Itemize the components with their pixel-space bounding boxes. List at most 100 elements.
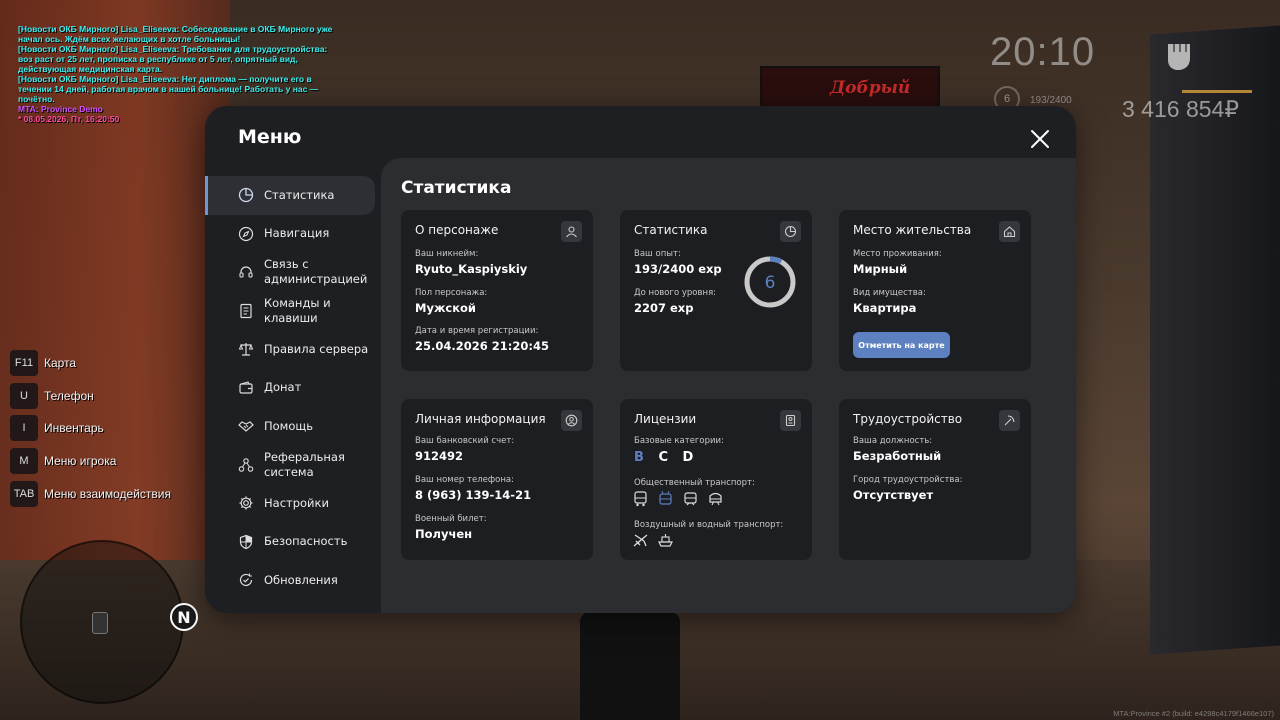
keybind-label: Меню игрока: [44, 454, 117, 469]
fist-icon: [1168, 44, 1190, 70]
sidebar-item-label: Настройки: [264, 495, 329, 510]
build-info: MTA:Province #2 (build: e4298c4179f1466e…: [1113, 709, 1274, 718]
card-employment: Трудоустройство Ваша должность: Безработ…: [839, 399, 1031, 560]
sidebar-item-label: Обновления: [264, 572, 338, 587]
sidebar-item-statistics[interactable]: Статистика: [205, 176, 375, 215]
license-categories: B C D: [634, 450, 701, 465]
property-type-label: Вид имущества:: [853, 288, 926, 298]
menu-title: Меню: [238, 126, 302, 148]
keybind-label: Меню взаимодействия: [44, 486, 171, 501]
pie-chart-icon: [780, 221, 801, 242]
bus-icon: [634, 491, 647, 507]
registration-label: Дата и время регистрации:: [415, 326, 539, 336]
sidebar-item-admin-contact[interactable]: Связь с администрацией: [205, 253, 381, 292]
card-personal-info: Личная информация Ваш банковский счет: 9…: [401, 399, 593, 560]
content-title: Статистика: [401, 178, 512, 198]
keybind-label: Инвентарь: [44, 421, 104, 436]
card-stats: Статистика Ваш опыт: 193/2400 exp До нов…: [620, 210, 812, 371]
sidebar-item-label: Донат: [264, 380, 302, 395]
level-progress-ring: 6: [744, 256, 796, 308]
ship-icon: [658, 534, 673, 547]
card-licenses: Лицензии Базовые категории: B C D Общест…: [620, 399, 812, 560]
sidebar-item-security[interactable]: Безопасность: [205, 523, 381, 562]
job-city-label: Город трудоустройства:: [853, 475, 963, 485]
refresh-check-icon: [239, 573, 253, 587]
position-value: Безработный: [853, 449, 942, 463]
license-category-b: B: [634, 450, 646, 465]
keybind-label: Телефон: [44, 388, 94, 403]
sidebar-item-label: Связь с администрацией: [264, 257, 368, 287]
card-title: Лицензии: [634, 412, 697, 426]
sidebar-item-donate[interactable]: Донат: [205, 369, 381, 408]
close-icon[interactable]: [1028, 127, 1052, 151]
chat-line: [Новости ОКБ Мирного] Lisa_Eliseeva: Нет…: [18, 74, 319, 104]
mark-on-map-button[interactable]: Отметить на карте: [853, 332, 950, 358]
sidebar-item-commands[interactable]: Команды и клавиши: [205, 292, 381, 331]
pickaxe-icon: [999, 410, 1020, 431]
main-menu-window: Меню Статистика Навигация Связь с админи…: [205, 106, 1076, 613]
keybind-phone: U Телефон: [10, 380, 171, 413]
menu-content: Статистика О персонаже Ваш никнейм: Ryut…: [381, 158, 1076, 613]
card-character: О персонаже Ваш никнейм: Ryuto_Kaspiyski…: [401, 210, 593, 371]
property-type-value: Квартира: [853, 301, 917, 315]
air-water-transport-icons: [632, 532, 674, 549]
card-title: Личная информация: [415, 412, 546, 426]
chat-line: [Новости ОКБ Мирного] Lisa_Eliseeva: Тре…: [18, 44, 328, 74]
hud-health-bar: [1182, 90, 1252, 93]
card-title: О персонаже: [415, 223, 499, 237]
handshake-icon: [238, 421, 254, 433]
bank-account-value: 912492: [415, 449, 464, 463]
keybind-list: F11 Карта U Телефон I Инвентарь M Меню игрок…: [10, 347, 171, 510]
player-character: [580, 612, 680, 720]
trolleybus-icon: [659, 490, 672, 505]
sidebar-item-referral[interactable]: Реферальная система: [205, 446, 381, 485]
compass-icon: [238, 226, 254, 241]
next-level-label: До нового уровня:: [634, 288, 717, 298]
position-label: Ваша должность:: [853, 436, 933, 446]
sidebar-item-rules[interactable]: Правила сервера: [205, 330, 381, 369]
sidebar-item-updates[interactable]: Обновления: [205, 561, 381, 600]
sidebar-item-label: Реферальная система: [264, 449, 345, 479]
residence-place-label: Место проживания:: [853, 249, 942, 259]
exp-value: 193/2400 exp: [634, 262, 722, 276]
key-label: TAB: [10, 480, 38, 507]
hud-clock: 20:10: [990, 30, 1096, 74]
document-icon: [240, 303, 252, 318]
home-icon: [999, 221, 1020, 242]
airplane-icon: [633, 534, 648, 547]
headset-icon: [239, 266, 253, 278]
vending-logo: Добрый: [830, 78, 911, 98]
license-category-d: D: [682, 450, 696, 465]
shield-icon: [239, 534, 253, 549]
nickname-label: Ваш никнейм:: [415, 249, 479, 259]
sidebar-item-help[interactable]: Помощь: [205, 407, 381, 446]
bank-account-label: Ваш банковский счет:: [415, 436, 515, 446]
sidebar-item-settings[interactable]: Настройки: [205, 484, 381, 523]
gear-icon: [239, 496, 253, 510]
nickname-value: Ryuto_Kaspiyskiy: [415, 262, 528, 276]
hud-exp: 193/2400: [1030, 95, 1072, 106]
sidebar-item-label: Навигация: [264, 226, 330, 241]
military-id-label: Военный билет:: [415, 514, 487, 524]
registration-value: 25.04.2026 21:20:45: [415, 339, 549, 353]
id-badge-icon: [561, 410, 582, 431]
menu-sidebar: Статистика Навигация Связь с администрац…: [205, 176, 381, 600]
job-city-value: Отсутствует: [853, 488, 934, 502]
user-icon: [561, 221, 582, 242]
sex-label: Пол персонажа:: [415, 288, 488, 298]
phone-label: Ваш номер телефона:: [415, 475, 514, 485]
sidebar-item-navigation[interactable]: Навигация: [205, 215, 381, 254]
key-label: M: [10, 448, 38, 475]
residence-place-value: Мирный: [853, 262, 908, 276]
public-transport-label: Общественный транспорт:: [634, 478, 755, 488]
scales-icon: [238, 343, 254, 356]
card-title: Трудоустройство: [853, 412, 963, 426]
phone-value: 8 (963) 139-14-21: [415, 488, 532, 502]
card-title: Статистика: [634, 223, 708, 237]
sidebar-item-label: Правила сервера: [264, 341, 369, 356]
public-transport-icons: [632, 490, 724, 507]
sidebar-item-label: Помощь: [264, 418, 314, 433]
key-label: I: [10, 415, 38, 442]
metro-icon: [709, 492, 722, 506]
wallet-icon: [239, 381, 253, 394]
